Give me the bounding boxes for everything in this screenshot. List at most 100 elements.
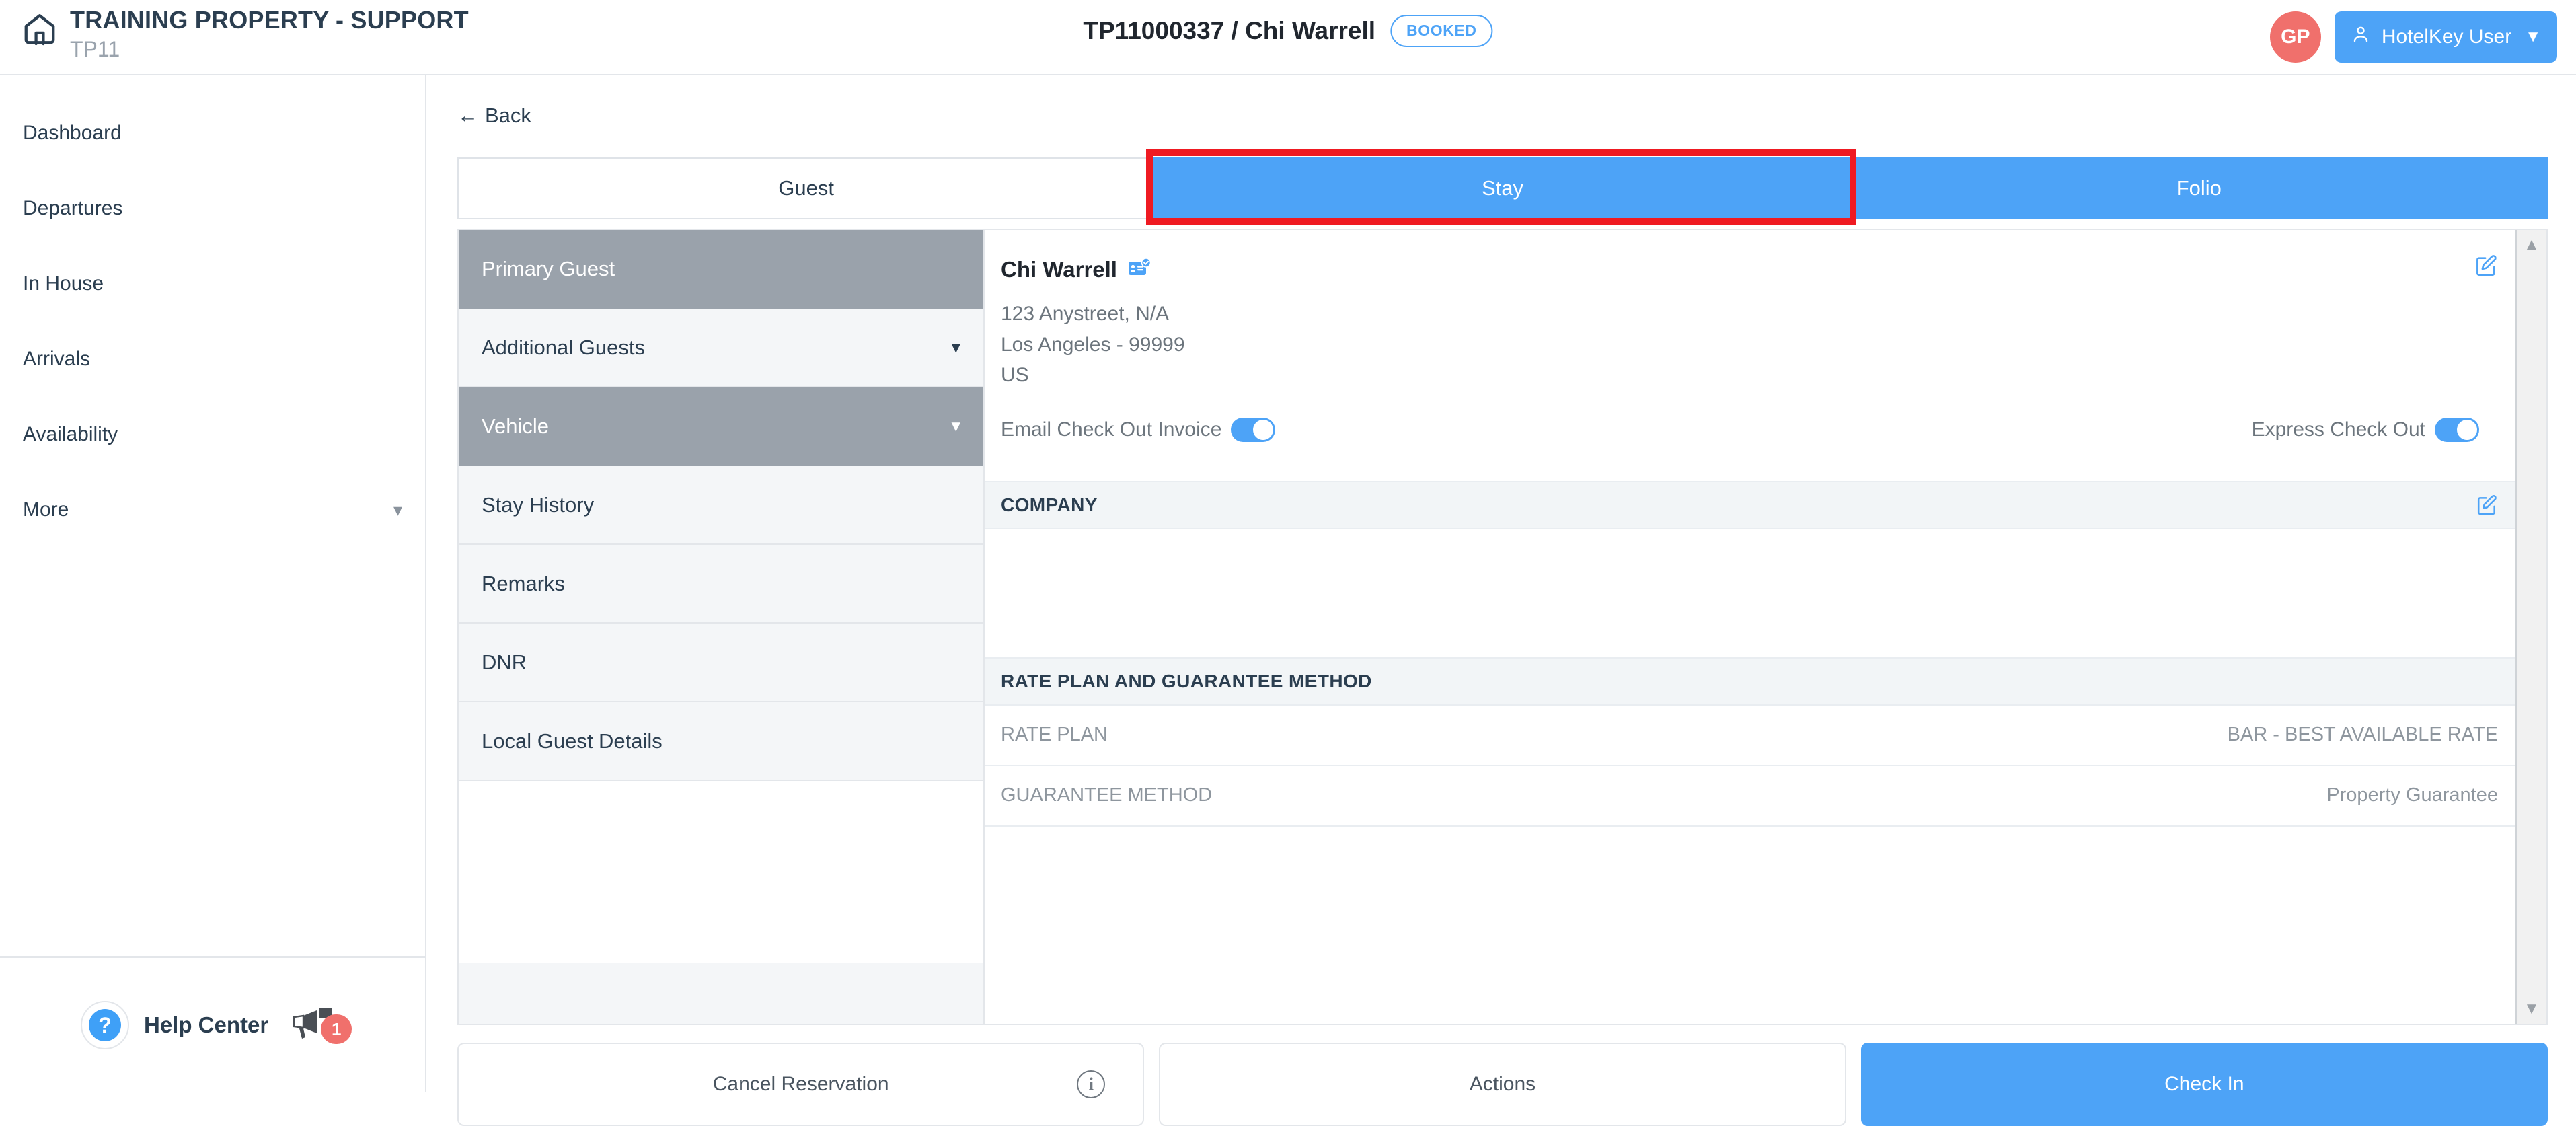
tab-label: Folio bbox=[2176, 176, 2222, 200]
toggle-knob bbox=[1253, 420, 1273, 440]
detail-pane: Chi Warrell bbox=[985, 230, 2546, 1024]
express-checkout-label: Express Check Out bbox=[2252, 418, 2425, 441]
edit-pencil-icon[interactable] bbox=[2476, 494, 2498, 516]
property-name: TRAINING PROPERTY - SUPPORT bbox=[70, 7, 469, 34]
section-item-label: Remarks bbox=[482, 572, 565, 596]
chevron-down-icon: ▼ bbox=[2525, 28, 2541, 46]
megaphone-icon[interactable]: 1 bbox=[287, 1006, 348, 1044]
section-list-filler bbox=[459, 781, 983, 963]
section-item-label: Vehicle bbox=[482, 414, 549, 439]
guest-name-row: Chi Warrell bbox=[1001, 257, 2485, 283]
back-label: Back bbox=[485, 104, 531, 128]
section-item-local-guest-details[interactable]: Local Guest Details bbox=[459, 702, 983, 781]
section-item-primary-guest[interactable]: Primary Guest bbox=[459, 230, 983, 309]
section-item-remarks[interactable]: Remarks bbox=[459, 545, 983, 624]
cancel-reservation-button[interactable]: Cancel Reservation i bbox=[457, 1043, 1144, 1126]
sidebar-item-arrivals[interactable]: Arrivals bbox=[0, 322, 425, 397]
help-center-label: Help Center bbox=[144, 1012, 268, 1038]
address-line-1: 123 Anystreet, N/A bbox=[1001, 299, 2485, 330]
arrow-left-icon: ← bbox=[457, 104, 478, 128]
back-button[interactable]: ← Back bbox=[457, 104, 531, 128]
sidebar-item-departures[interactable]: Departures bbox=[0, 171, 425, 246]
chevron-down-icon[interactable]: ▼ bbox=[2524, 1001, 2540, 1017]
sidebar-item-label: Departures bbox=[23, 197, 122, 220]
section-list: Primary Guest Additional Guests ▾ Vehicl… bbox=[459, 230, 985, 1024]
company-section-header: COMPANY bbox=[985, 481, 2515, 529]
rate-plan-title: RATE PLAN AND GUARANTEE METHOD bbox=[1001, 671, 1372, 692]
user-icon bbox=[2351, 24, 2371, 50]
brand-block[interactable]: TRAINING PROPERTY - SUPPORT TP11 bbox=[22, 7, 469, 63]
header-right-group: GP HotelKey User ▼ bbox=[2270, 11, 2557, 63]
toggles-row: Email Check Out Invoice Express Check Ou… bbox=[1001, 418, 2485, 442]
sidebar-item-label: More bbox=[23, 498, 69, 521]
guest-address: 123 Anystreet, N/A Los Angeles - 99999 U… bbox=[1001, 299, 2485, 391]
actions-button[interactable]: Actions bbox=[1159, 1043, 1846, 1126]
sidebar-item-label: Arrivals bbox=[23, 348, 90, 371]
address-line-3: US bbox=[1001, 360, 2485, 391]
email-checkout-invoice-toggle[interactable] bbox=[1231, 418, 1275, 442]
main-content: ← Back Guest Stay Folio Primary Guest Ad… bbox=[428, 75, 2576, 1092]
rate-plan-section-header: RATE PLAN AND GUARANTEE METHOD bbox=[985, 657, 2515, 706]
sidebar-item-more[interactable]: More ▾ bbox=[0, 472, 425, 548]
question-mark-icon: ? bbox=[89, 1009, 121, 1041]
reservation-detail-frame: Primary Guest Additional Guests ▾ Vehicl… bbox=[457, 229, 2548, 1025]
tab-label: Stay bbox=[1482, 176, 1523, 200]
section-item-label: Primary Guest bbox=[482, 257, 615, 281]
detail-scroll-content: Chi Warrell bbox=[985, 230, 2515, 1024]
address-line-2: Los Angeles - 99999 bbox=[1001, 330, 2485, 361]
user-name-label: HotelKey User bbox=[2382, 26, 2511, 48]
check-in-button[interactable]: Check In bbox=[1861, 1043, 2548, 1126]
detail-vertical-scrollbar[interactable]: ▲ ▼ bbox=[2515, 230, 2546, 1024]
sidebar-nav-list: Dashboard Departures In House Arrivals A… bbox=[0, 75, 425, 548]
guarantee-method-label: GUARANTEE METHOD bbox=[1001, 784, 1212, 806]
express-checkout-toggle[interactable] bbox=[2435, 418, 2479, 442]
table-row: RATE PLAN BAR - BEST AVAILABLE RATE bbox=[985, 706, 2515, 766]
guest-name: Chi Warrell bbox=[1001, 257, 1117, 283]
chevron-down-icon: ▾ bbox=[951, 337, 960, 358]
sidebar-item-label: Dashboard bbox=[23, 122, 122, 145]
section-item-stay-history[interactable]: Stay History bbox=[459, 466, 983, 545]
chevron-up-icon[interactable]: ▲ bbox=[2524, 237, 2540, 253]
tab-stay[interactable]: Stay bbox=[1153, 157, 1851, 219]
email-checkout-invoice-label: Email Check Out Invoice bbox=[1001, 418, 1221, 441]
section-item-dnr[interactable]: DNR bbox=[459, 624, 983, 702]
sidebar-item-in-house[interactable]: In House bbox=[0, 246, 425, 322]
info-icon[interactable]: i bbox=[1077, 1070, 1105, 1098]
table-row: GUARANTEE METHOD Property Guarantee bbox=[985, 766, 2515, 827]
user-menu-button[interactable]: HotelKey User ▼ bbox=[2335, 11, 2557, 63]
avatar[interactable]: GP bbox=[2270, 11, 2321, 63]
guarantee-method-value: Property Guarantee bbox=[2326, 784, 2498, 806]
company-title: COMPANY bbox=[1001, 494, 1098, 516]
sidebar-item-dashboard[interactable]: Dashboard bbox=[0, 96, 425, 171]
help-center-button[interactable]: ? Help Center 1 bbox=[0, 958, 426, 1092]
footer-action-bar: Cancel Reservation i Actions Check In bbox=[457, 1043, 2548, 1126]
section-item-label: Additional Guests bbox=[482, 336, 645, 360]
express-checkout-group: Express Check Out bbox=[2252, 418, 2479, 442]
company-body bbox=[985, 529, 2515, 657]
chevron-down-icon: ▾ bbox=[951, 416, 960, 437]
tab-guest[interactable]: Guest bbox=[457, 157, 1155, 219]
sidebar-item-label: In House bbox=[23, 272, 104, 295]
sidebar-item-label: Availability bbox=[23, 423, 118, 446]
reservation-title: TP11000337 / Chi Warrell bbox=[1083, 17, 1375, 45]
property-code: TP11 bbox=[70, 36, 469, 63]
chevron-down-icon: ▾ bbox=[393, 500, 402, 521]
notification-badge: 1 bbox=[321, 1014, 352, 1044]
section-item-label: DNR bbox=[482, 650, 527, 675]
home-icon[interactable] bbox=[22, 11, 58, 47]
section-item-label: Local Guest Details bbox=[482, 729, 662, 753]
section-item-vehicle[interactable]: Vehicle ▾ bbox=[459, 387, 983, 466]
id-card-verified-icon bbox=[1128, 258, 1152, 283]
tab-folio[interactable]: Folio bbox=[1850, 157, 2548, 219]
tab-bar: Guest Stay Folio bbox=[457, 157, 2548, 219]
reservation-header: TP11000337 / Chi Warrell BOOKED bbox=[1083, 15, 1492, 47]
top-header-bar: TRAINING PROPERTY - SUPPORT TP11 TP11000… bbox=[0, 0, 2576, 75]
edit-pencil-icon[interactable] bbox=[2475, 254, 2498, 280]
rate-plan-value: BAR - BEST AVAILABLE RATE bbox=[2228, 724, 2498, 746]
section-item-additional-guests[interactable]: Additional Guests ▾ bbox=[459, 309, 983, 387]
sidebar: Dashboard Departures In House Arrivals A… bbox=[0, 75, 426, 1092]
status-badge: BOOKED bbox=[1390, 15, 1493, 47]
tab-label: Guest bbox=[778, 176, 834, 200]
sidebar-item-availability[interactable]: Availability bbox=[0, 397, 425, 472]
rate-plan-label: RATE PLAN bbox=[1001, 724, 1108, 746]
